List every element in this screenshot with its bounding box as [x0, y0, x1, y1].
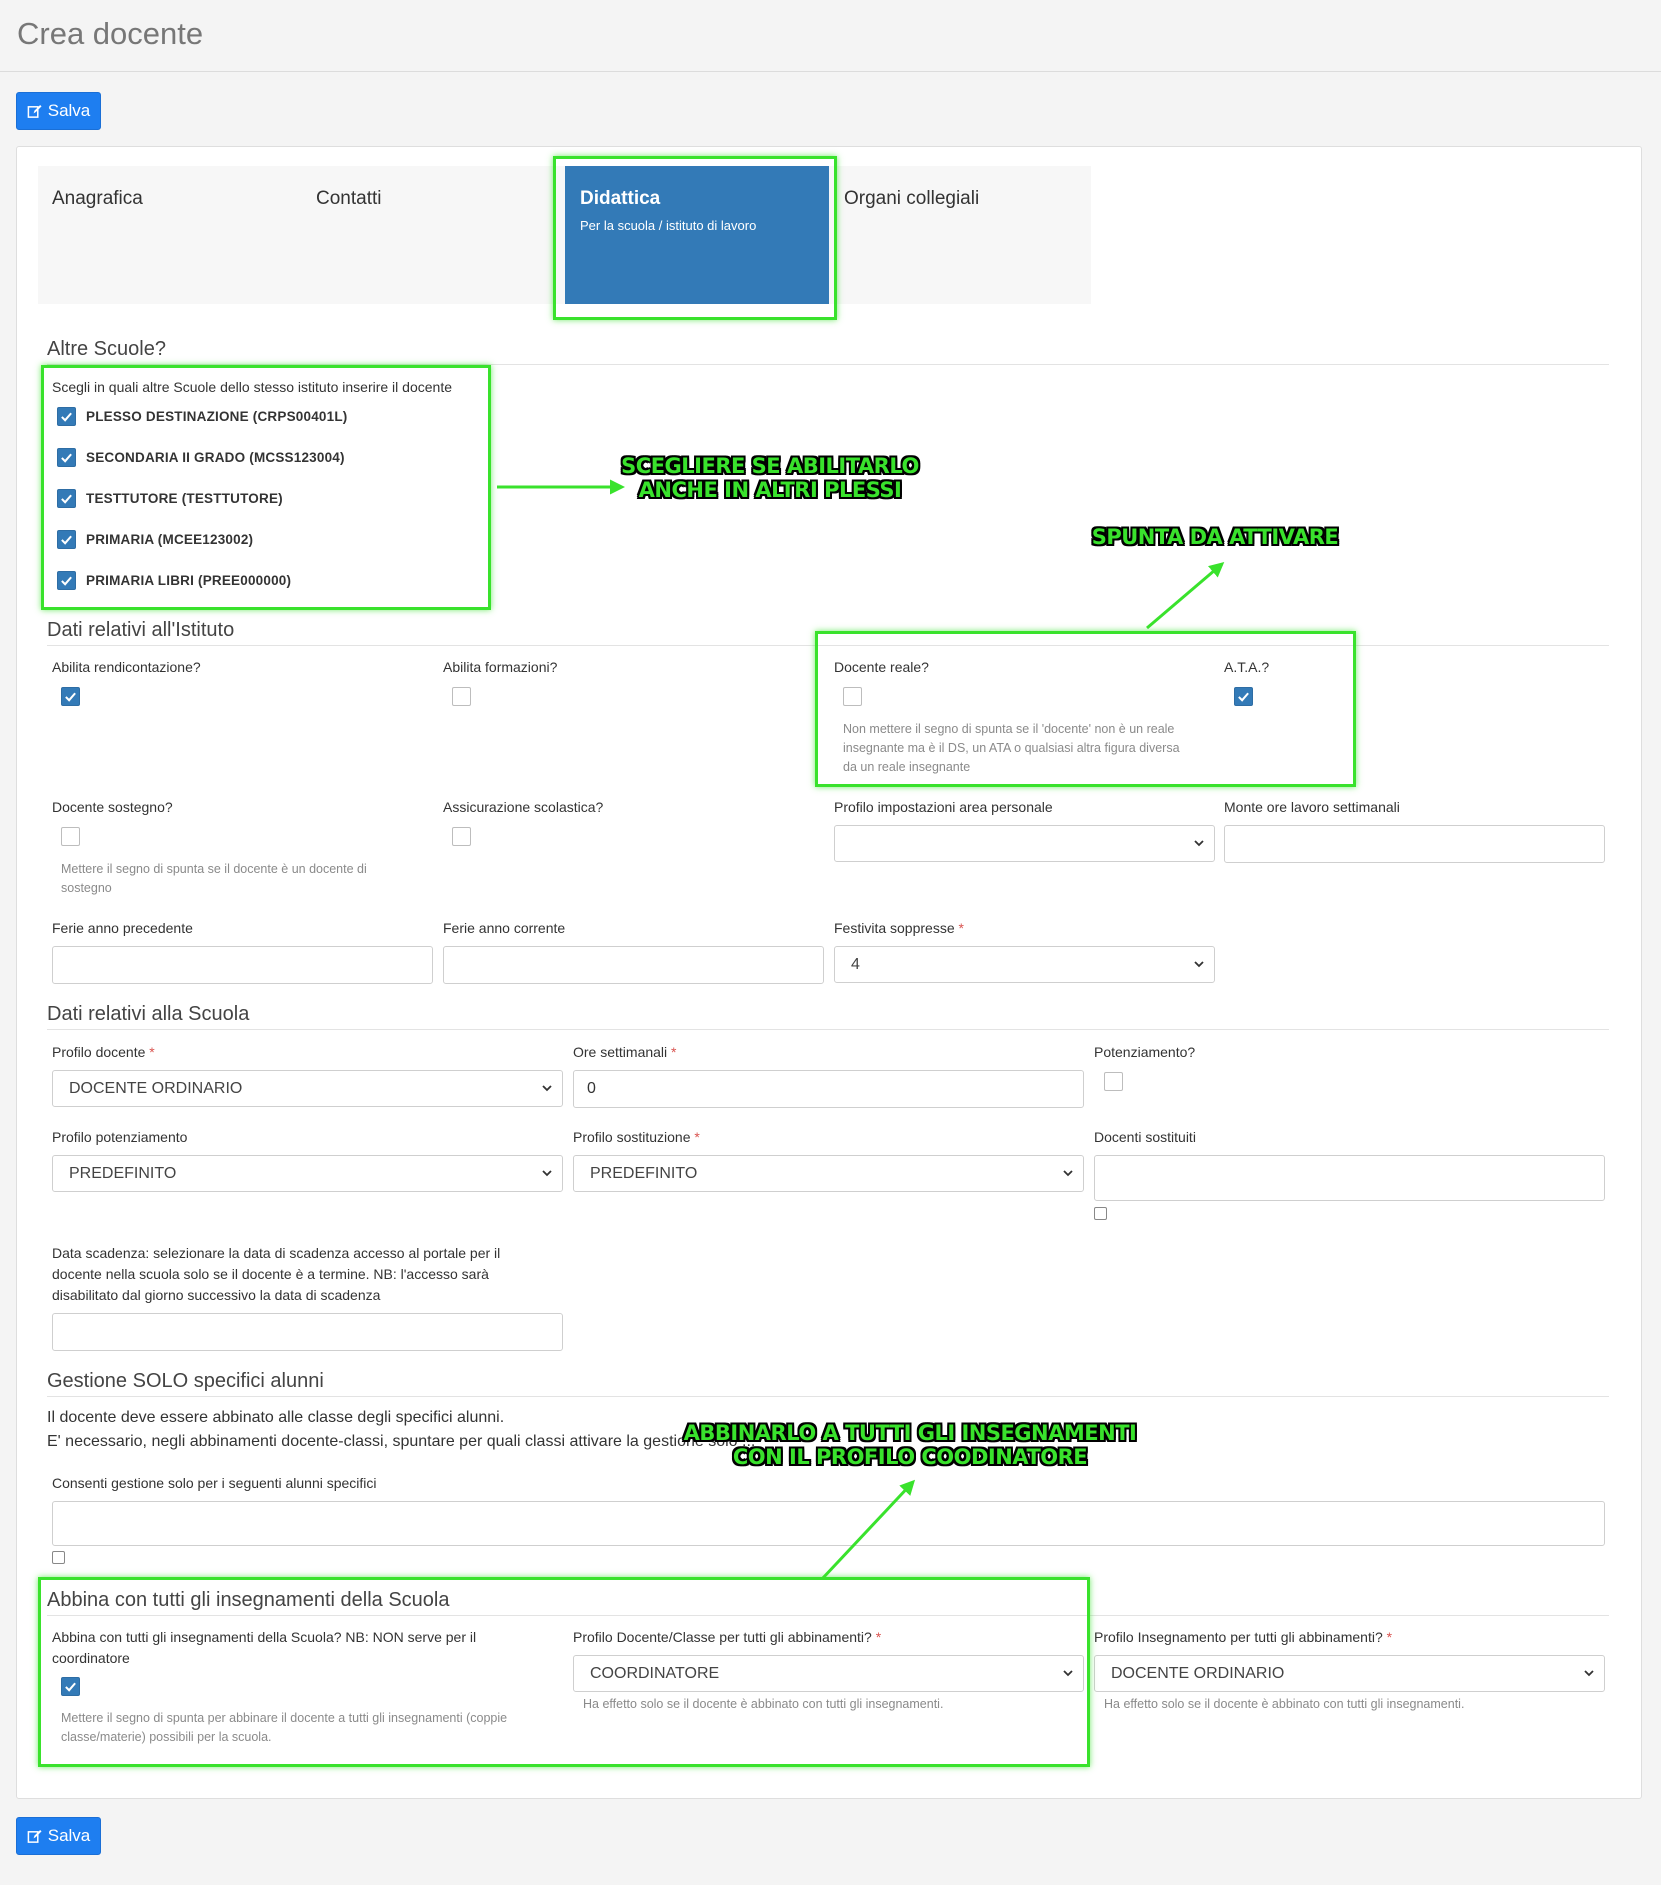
annotation-coordinatore: ABBINARLO A TUTTI GLI INSEGNAMENTI CON I… — [683, 1421, 1137, 1469]
arrow-coordinatore — [820, 1479, 916, 1581]
annotation-spunta: SPUNTA DA ATTIVARE — [1091, 525, 1339, 549]
annotation-altri-plessi: SCEGLIERE SE ABILITARLO ANCHE IN ALTRI P… — [621, 454, 919, 502]
arrow-spunta — [1146, 562, 1225, 630]
annotation-arrows — [497, 479, 1225, 1581]
